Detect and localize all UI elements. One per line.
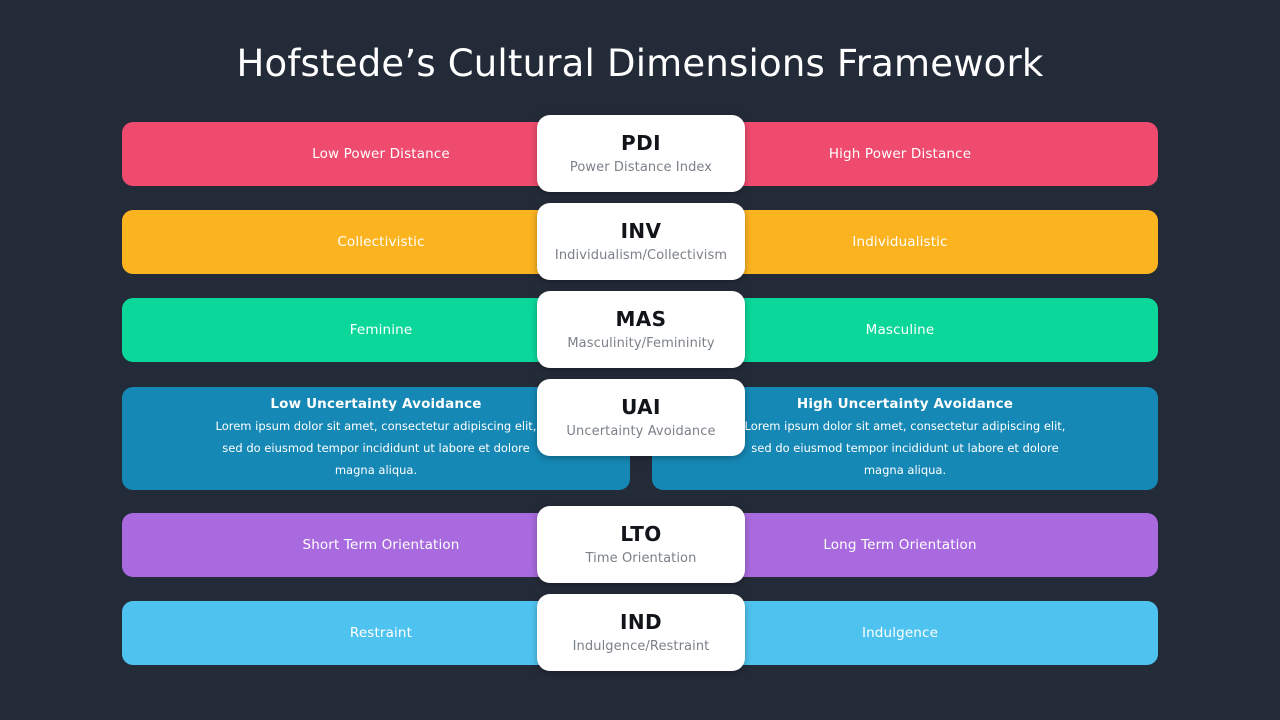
dimension-bar-right-label: High Uncertainty Avoidance xyxy=(796,396,1014,413)
dimension-center-card[interactable]: MAS Masculinity/Femininity xyxy=(537,291,745,368)
dimension-name: Uncertainty Avoidance xyxy=(566,423,716,439)
slide-canvas: Hofstede’s Cultural Dimensions Framework… xyxy=(0,0,1280,720)
dimension-code: UAI xyxy=(621,394,661,419)
dimension-center-card[interactable]: IND Indulgence/Restraint xyxy=(537,594,745,671)
dimension-bar-left-label: Short Term Orientation xyxy=(302,537,460,553)
dimension-code: MAS xyxy=(615,306,667,331)
dimension-name: Power Distance Index xyxy=(569,159,713,175)
dimension-center-card[interactable]: UAI Uncertainty Avoidance xyxy=(537,379,745,456)
dimension-bar-right-label: Masculine xyxy=(865,322,935,338)
dimension-code: INV xyxy=(620,218,662,243)
dimension-name: Time Orientation xyxy=(585,550,697,566)
page-title: Hofstede’s Cultural Dimensions Framework xyxy=(236,42,1044,85)
dimension-bar-left-label: Collectivistic xyxy=(337,234,425,250)
dimension-name: Indulgence/Restraint xyxy=(572,638,710,654)
dimension-bar-right-label: High Power Distance xyxy=(828,146,972,162)
dimension-bar-right-label: Individualistic xyxy=(852,234,948,250)
dimension-bar-right-label: Long Term Orientation xyxy=(823,537,977,553)
dimension-bar-left-description: Lorem ipsum dolor sit amet, consectetur … xyxy=(215,419,537,478)
dimension-bar-left-label: Low Uncertainty Avoidance xyxy=(270,396,482,413)
dimension-name: Masculinity/Femininity xyxy=(567,335,715,351)
dimension-bar-right-label: Indulgence xyxy=(861,625,939,641)
dimension-center-card[interactable]: INV Individualism/Collectivism xyxy=(537,203,745,280)
dimension-center-card[interactable]: PDI Power Distance Index xyxy=(537,115,745,192)
dimension-center-card[interactable]: LTO Time Orientation xyxy=(537,506,745,583)
dimension-code: LTO xyxy=(620,521,662,546)
dimension-code: IND xyxy=(620,609,662,634)
dimension-code: PDI xyxy=(621,130,661,155)
dimension-bar-left-label: Low Power Distance xyxy=(312,146,450,162)
dimension-bar-right-description: Lorem ipsum dolor sit amet, consectetur … xyxy=(744,419,1066,478)
dimension-bar-left-label: Feminine xyxy=(349,322,413,338)
dimension-name: Individualism/Collectivism xyxy=(554,247,728,263)
dimension-bar-left-label: Restraint xyxy=(349,625,413,641)
